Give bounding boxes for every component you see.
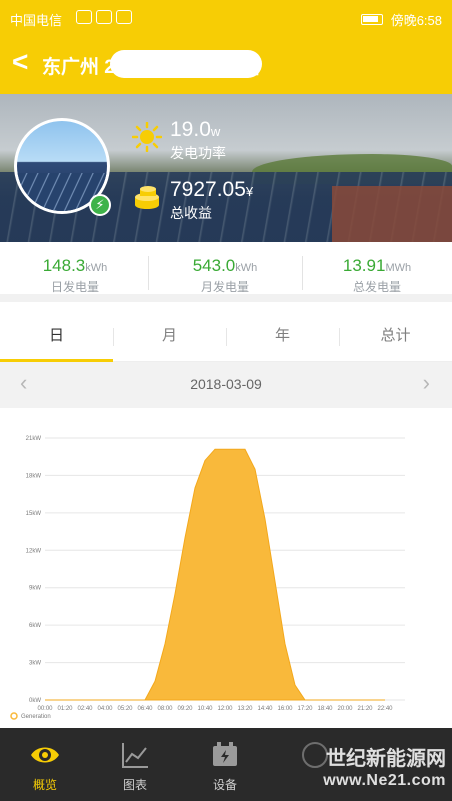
x-tick-label: 08:00: [157, 706, 173, 712]
nav-overview-label: 概览: [32, 778, 57, 792]
period-tabs: 日 月 年 总计: [0, 318, 452, 362]
x-tick-label: 10:40: [197, 706, 213, 712]
status-right: 傍晚6:58: [360, 10, 442, 29]
kpi-monthly-label: 月发电量: [200, 280, 249, 294]
chart-icon: [122, 743, 148, 768]
kpi-total-label: 总发电量: [352, 280, 401, 294]
income-unit: ¥: [245, 184, 254, 199]
income-stat: 7927.05¥ 总收益: [170, 178, 253, 222]
power-value: 19.0: [170, 118, 211, 141]
y-tick-label: 9kW: [29, 586, 41, 592]
x-tick-label: 18:40: [317, 706, 333, 712]
nav-devices-label: 设备: [212, 778, 237, 792]
x-tick-label: 02:40: [77, 706, 93, 712]
tab-month[interactable]: 月: [113, 318, 226, 362]
kpi-total-value: 13.91: [342, 256, 386, 275]
redaction-mask: [110, 50, 262, 78]
carrier-label: 中国电信: [10, 13, 63, 28]
x-tick-label: 12:00: [217, 706, 233, 712]
income-value: 7927.05: [170, 178, 246, 201]
power-stat: 19.0w 发电功率: [170, 118, 226, 162]
y-tick-label: 0kW: [29, 698, 41, 704]
nav-charts[interactable]: 图表: [90, 728, 180, 801]
kpi-daily-label: 日发电量: [50, 280, 99, 294]
x-tick-label: 01:20: [57, 706, 73, 712]
power-unit: w: [210, 124, 221, 139]
kpi-daily-value: 148.3: [42, 256, 86, 275]
next-date-chevron-icon[interactable]: ›: [423, 370, 430, 396]
hero-roof: [332, 186, 452, 242]
y-tick-label: 21kW: [26, 436, 42, 442]
x-tick-label: 05:20: [117, 706, 133, 712]
legend-marker: [10, 712, 18, 720]
app-notification-icon: [96, 10, 112, 24]
device-icon: [213, 742, 237, 766]
message-notification-icon: [116, 10, 132, 24]
y-tick-label: 6kW: [29, 623, 41, 629]
y-tick-label: 3kW: [29, 661, 41, 667]
nav-charts-label: 图表: [122, 778, 147, 792]
legend-label: Generation: [21, 714, 51, 720]
x-tick-label: 22:40: [377, 706, 393, 712]
kpi-daily: 148.3kWh 日发电量: [0, 256, 150, 295]
tab-total[interactable]: 总计: [339, 318, 452, 362]
kpi-monthly-unit: kWh: [235, 262, 258, 274]
x-tick-label: 14:40: [257, 706, 273, 712]
kpi-monthly-value: 543.0: [192, 256, 236, 275]
generation-chart: 0kW 3kW 6kW 9kW 12kW 15kW 18kW 21kW 00:00 01:20 02…: [0, 408, 452, 730]
notification-icons: [76, 10, 132, 24]
x-tick-label: 06:40: [137, 706, 153, 712]
x-tick-label: 17:20: [297, 706, 313, 712]
x-tick-label: 00:00: [37, 706, 53, 712]
status-bar: 中国电信 傍晚6:58: [0, 0, 452, 36]
date-selector: ‹ 2018-03-09 ›: [0, 362, 452, 408]
x-tick-label: 16:00: [277, 706, 293, 712]
eye-icon: [31, 747, 59, 763]
income-label: 总收益: [170, 205, 212, 221]
energy-summary: 148.3kWh 日发电量 543.0kWh 月发电量 13.91MWh 总发电…: [0, 242, 452, 302]
nav-overview[interactable]: 概览: [0, 728, 90, 801]
kpi-total: 13.91MWh 总发电量: [302, 256, 452, 295]
x-tick-label: 09:20: [177, 706, 193, 712]
y-tick-label: 18kW: [26, 473, 42, 479]
clock: 傍晚6:58: [390, 13, 442, 28]
nav-devices[interactable]: 设备: [180, 728, 270, 801]
selected-date[interactable]: 2018-03-09: [0, 376, 452, 392]
sun-icon: [132, 122, 162, 152]
y-tick-label: 12kW: [26, 548, 42, 554]
station-hero: ⚡ 19.0w 发电功率 7927.05¥ 总收益: [0, 94, 452, 242]
kpi-monthly: 543.0kWh 月发电量: [150, 256, 300, 295]
watermark-url: www.Ne21.com: [323, 772, 446, 789]
tab-day[interactable]: 日: [0, 318, 113, 362]
x-tick-label: 21:20: [357, 706, 373, 712]
coins-icon: [135, 186, 159, 209]
watermark: 世纪新能源网 www.Ne21.com: [323, 748, 446, 792]
y-tick-label: 15kW: [26, 511, 42, 517]
battery-icon: [360, 14, 383, 25]
kpi-daily-unit: kWh: [85, 262, 108, 274]
x-tick-label: 04:00: [97, 706, 113, 712]
app-header: < 东广州 20.16KW商用电站: [0, 36, 452, 94]
x-tick-label: 20:00: [337, 706, 353, 712]
video-notification-icon: [76, 10, 92, 24]
generation-chart-svg: 0kW 3kW 6kW 9kW 12kW 15kW 18kW 21kW 00:00 01:20 02…: [10, 436, 405, 720]
back-button[interactable]: <: [12, 46, 28, 78]
kpi-total-unit: MWh: [385, 262, 412, 274]
lightning-icon: ⚡: [89, 194, 111, 216]
x-tick-label: 13:20: [237, 706, 253, 712]
power-label: 发电功率: [170, 145, 226, 161]
kpi-divider: [148, 256, 149, 290]
watermark-title: 世纪新能源网: [326, 748, 446, 770]
tab-year[interactable]: 年: [226, 318, 339, 362]
